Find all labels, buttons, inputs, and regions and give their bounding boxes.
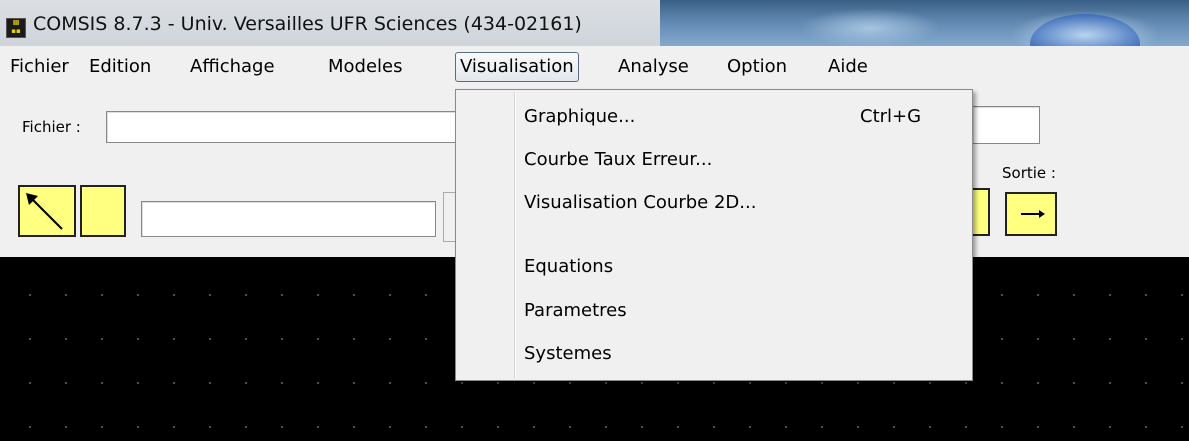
right-arrow-icon (1021, 210, 1045, 218)
visualisation-dropdown: Graphique... Ctrl+G Courbe Taux Erreur..… (455, 89, 973, 381)
menu-gutter (514, 92, 516, 378)
pointer-tool-button[interactable] (18, 185, 76, 237)
sortie-label: Sortie : (1002, 164, 1056, 182)
menu-visualisation[interactable]: Visualisation (455, 52, 579, 82)
menu-item-graphique[interactable]: Graphique... (524, 106, 635, 127)
tool-text-field[interactable] (141, 201, 436, 237)
menu-item-courbe-taux-erreur[interactable]: Courbe Taux Erreur... (524, 149, 712, 170)
menu-item-equations[interactable]: Equations (524, 256, 613, 277)
tool-button[interactable] (80, 185, 126, 237)
menu-modeles[interactable]: Modeles (328, 52, 403, 82)
app-icon[interactable]: Ⅲ ▪▪ (6, 18, 26, 38)
arrow-pointer-icon (26, 193, 63, 230)
window-title: COMSIS 8.7.3 - Univ. Versailles UFR Scie… (33, 13, 582, 35)
title-bar[interactable]: Ⅲ ▪▪ COMSIS 8.7.3 - Univ. Versailles UFR … (0, 0, 1189, 46)
menu-aide[interactable]: Aide (828, 52, 868, 82)
title-bar-decoration (1010, 10, 1160, 46)
fichier-label: Fichier : (22, 118, 81, 136)
menu-item-systemes[interactable]: Systemes (524, 343, 612, 364)
menu-option[interactable]: Option (727, 52, 787, 82)
right-field[interactable] (972, 106, 1040, 144)
menu-item-parametres[interactable]: Parametres (524, 300, 627, 321)
menu-bar: Fichier Edition Affichage Modeles Visual… (0, 52, 1189, 84)
title-bar-decoration (800, 8, 940, 46)
menu-fichier[interactable]: Fichier (10, 52, 69, 82)
menu-analyse[interactable]: Analyse (618, 52, 689, 82)
fichier-input[interactable] (106, 111, 458, 143)
menu-item-visualisation-courbe-2d[interactable]: Visualisation Courbe 2D... (524, 192, 756, 213)
menu-edition[interactable]: Edition (89, 52, 151, 82)
output-button[interactable] (1005, 192, 1057, 236)
shortcut-graphique: Ctrl+G (860, 106, 922, 127)
menu-affichage[interactable]: Affichage (190, 52, 275, 82)
